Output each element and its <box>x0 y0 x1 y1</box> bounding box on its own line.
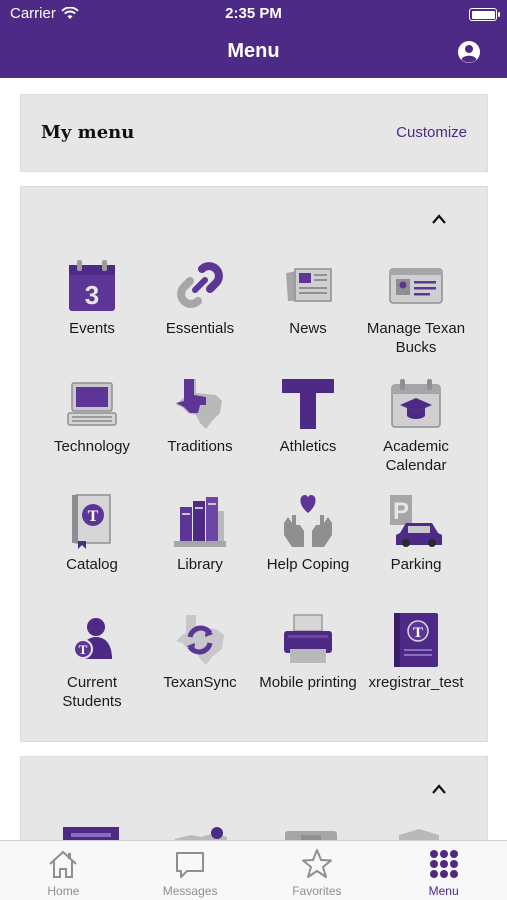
menu-item-manage-texan-bucks[interactable]: Manage Texan Bucks <box>362 257 470 357</box>
menu-item-label: Technology <box>54 438 130 455</box>
navigation-bar: Menu <box>0 28 507 78</box>
tab-label: Favorites <box>292 884 342 898</box>
menu-item-technology[interactable]: Technology <box>38 375 146 456</box>
menu-item-xregistrar-test[interactable]: T xregistrar_test <box>362 611 470 692</box>
star-icon <box>301 849 332 878</box>
texas-map-icon <box>176 379 222 429</box>
calendar-3-icon: 3 <box>69 260 115 311</box>
catalog-book-icon: T <box>72 494 111 549</box>
tab-favorites[interactable]: Favorites <box>254 841 381 900</box>
menu-item-label: Traditions <box>167 438 233 455</box>
menu-item-help-coping[interactable]: Help Coping <box>254 493 362 574</box>
student-icon: T <box>73 618 112 659</box>
menu-item-label: Manage Texan Bucks <box>366 320 466 356</box>
status-bar: Carrier 2:35 PM <box>0 0 507 28</box>
status-time: 2:35 PM <box>225 5 282 22</box>
menu-section-card <box>20 756 488 840</box>
menu-item-label: Current Students <box>62 674 122 710</box>
tab-messages[interactable]: Messages <box>127 841 254 900</box>
tab-bar: Home Messages Favorites Menu <box>0 840 507 900</box>
menu-item-mobile-printing[interactable]: Mobile printing <box>254 611 362 692</box>
menu-item-label: Library <box>177 556 223 573</box>
chain-link-icon <box>177 262 223 308</box>
menu-item-traditions[interactable]: Traditions <box>146 375 254 456</box>
grid-dots-icon <box>429 850 458 878</box>
my-menu-card: My menu Customize <box>20 94 488 172</box>
graduation-calendar-icon <box>391 379 441 428</box>
menu-grid-card: 3 Events Essentials News Manage Texan Bu… <box>20 186 488 742</box>
chat-bubble-icon <box>176 852 205 878</box>
tab-home[interactable]: Home <box>0 841 127 900</box>
menu-item-label: xregistrar_test <box>368 674 464 691</box>
battery-icon <box>469 8 500 21</box>
svg-text:3: 3 <box>85 280 99 310</box>
partial-map-icon <box>175 827 227 840</box>
svg-text:P: P <box>393 498 409 525</box>
menu-item-label: Essentials <box>165 320 235 337</box>
customize-button[interactable]: Customize <box>396 124 467 141</box>
menu-item-label: Mobile printing <box>259 674 357 691</box>
menu-item-academic-calendar[interactable]: Academic Calendar <box>362 375 470 475</box>
user-circle-icon[interactable] <box>457 40 481 64</box>
menu-item-current-students[interactable]: T Current Students <box>38 611 146 711</box>
menu-item-label: TexanSync <box>163 674 237 691</box>
menu-item-label: Catalog <box>66 556 118 573</box>
menu-item-athletics[interactable]: Athletics <box>254 375 362 456</box>
partial-gray-icon <box>285 831 337 840</box>
partial-purple-icon <box>63 827 119 840</box>
books-icon <box>174 497 226 547</box>
tab-menu[interactable]: Menu <box>380 841 507 900</box>
page-title: Menu <box>227 40 280 62</box>
menu-item-label: Athletics <box>279 438 337 455</box>
menu-item-label: News <box>289 320 327 337</box>
menu-item-texansync[interactable]: TexanSync <box>146 611 254 692</box>
id-card-icon <box>389 268 443 304</box>
menu-item-label: Events <box>69 320 115 337</box>
menu-item-label: Parking <box>390 556 442 573</box>
sync-map-icon <box>176 615 224 665</box>
menu-item-events[interactable]: 3 Events <box>38 257 146 338</box>
svg-text:T: T <box>88 508 99 525</box>
tab-label: Home <box>47 884 80 898</box>
menu-item-essentials[interactable]: Essentials <box>146 257 254 338</box>
my-menu-heading: My menu <box>41 122 135 143</box>
partial-shield-icon <box>399 829 439 840</box>
hands-heart-icon <box>284 495 332 547</box>
parking-car-icon: P <box>390 495 442 547</box>
tab-label: Menu <box>428 884 459 898</box>
letter-t-icon <box>282 379 334 429</box>
newspaper-icon <box>286 268 332 302</box>
chevron-up-icon[interactable] <box>431 783 447 795</box>
menu-item-label: Academic Calendar <box>383 438 449 474</box>
menu-scroll-view[interactable]: My menu Customize 3 Events Essentials Ne… <box>0 78 507 840</box>
home-icon <box>49 850 78 878</box>
printer-icon <box>284 614 332 663</box>
svg-text:T: T <box>413 625 423 641</box>
computer-icon <box>67 382 117 426</box>
tab-label: Messages <box>162 884 218 898</box>
svg-text:T: T <box>79 642 88 657</box>
menu-item-library[interactable]: Library <box>146 493 254 574</box>
menu-item-label: Help Coping <box>266 556 350 573</box>
chevron-up-icon[interactable] <box>431 213 447 225</box>
menu-item-news[interactable]: News <box>254 257 362 338</box>
registrar-book-icon: T <box>394 613 438 667</box>
menu-item-parking[interactable]: P Parking <box>362 493 470 574</box>
menu-item-catalog[interactable]: T Catalog <box>38 493 146 574</box>
